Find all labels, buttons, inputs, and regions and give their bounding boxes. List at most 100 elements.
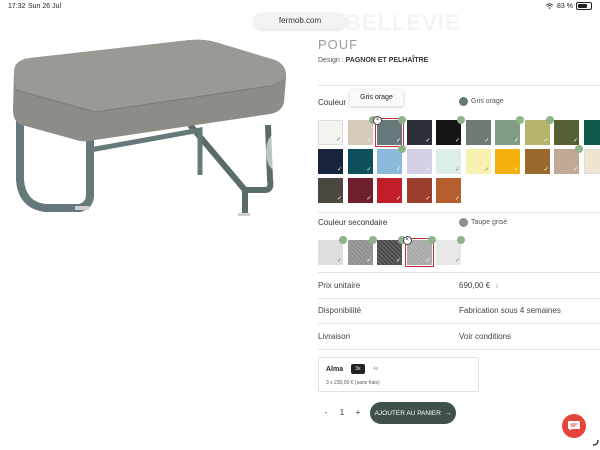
primary-color-swatch[interactable]: ✓ (318, 178, 343, 203)
primary-color-swatch[interactable]: ✓ (495, 149, 520, 174)
check-icon: ✓ (572, 138, 578, 144)
quantity-stepper: - 1 + (318, 400, 366, 425)
primary-color-swatch[interactable]: ✓ (524, 116, 554, 145)
primary-color-swatch[interactable]: ✓ (377, 178, 402, 203)
alma-payment-box: Alma 3x 4x 3 x 230,00 € (sans frais) (318, 357, 479, 392)
primary-color-swatch[interactable]: ✓ (583, 120, 600, 145)
check-icon: ✓ (395, 138, 401, 144)
secondary-color-selected: Taupe grisé (459, 218, 507, 227)
check-icon: ✓ (335, 137, 341, 143)
availability-badge-icon (339, 236, 347, 244)
price-info-icon[interactable]: i (496, 284, 497, 290)
collection-title-ghost: BELLEVIE (345, 10, 461, 35)
primary-color-label: Couleur (318, 98, 347, 107)
primary-color-swatch[interactable]: ✓ (406, 120, 432, 145)
quantity-value[interactable]: 1 (334, 408, 350, 417)
design-label: Design : (318, 57, 344, 64)
secondary-color-swatch[interactable]: ✓ (436, 236, 465, 265)
close-icon[interactable]: × (373, 116, 382, 125)
divider (318, 272, 600, 273)
check-icon: ✓ (425, 258, 431, 264)
primary-color-selected: Gris orage (459, 97, 504, 106)
secondary-color-label: Couleur secondaire (318, 218, 388, 227)
check-icon: ✓ (572, 167, 578, 173)
designer-name[interactable]: PAGNON ET PELHAÎTRE (346, 57, 429, 64)
primary-color-swatch[interactable]: ✓ (436, 178, 461, 203)
primary-color-swatch[interactable]: ✓ (436, 149, 461, 174)
primary-color-swatch[interactable]: ✓ (347, 149, 373, 174)
check-icon: ✓ (366, 196, 372, 202)
primary-color-swatch[interactable]: ✓ (465, 120, 491, 145)
divider (318, 349, 600, 350)
check-icon: ✓ (484, 167, 490, 173)
primary-color-swatch[interactable]: ✓ (347, 178, 373, 203)
divider (318, 85, 600, 86)
delivery-label: Livraison (318, 332, 351, 341)
check-icon: ✓ (513, 138, 519, 144)
check-icon: ✓ (336, 167, 342, 173)
primary-color-swatch[interactable]: ✓ (583, 149, 600, 174)
check-icon: ✓ (484, 138, 490, 144)
availability-badge-icon (516, 116, 524, 124)
check-icon: ✓ (513, 167, 519, 173)
secondary-color-swatch[interactable]: ✓ (377, 236, 406, 265)
secondary-color-swatch[interactable]: ✓ × (402, 236, 436, 267)
availability-badge-icon (398, 145, 406, 153)
secondary-color-swatch[interactable]: ✓ (318, 236, 347, 265)
primary-color-swatch[interactable]: ✓ × (373, 116, 406, 147)
arrow-right-icon: → (444, 409, 452, 417)
check-icon: ✓ (336, 196, 342, 202)
add-to-cart-label: AJOUTER AU PANIER (374, 409, 441, 417)
primary-color-dot (459, 97, 468, 106)
chat-bubble-icon (568, 421, 580, 431)
availability-badge-icon (398, 116, 406, 124)
check-icon: ✓ (454, 167, 460, 173)
check-icon: ✓ (543, 138, 549, 144)
primary-color-swatch[interactable]: ✓ (495, 116, 524, 145)
quantity-plus-button[interactable]: + (350, 408, 366, 417)
corner-indicator-icon (593, 440, 599, 446)
primary-color-swatch[interactable]: ✓ (554, 145, 583, 174)
color-tooltip: Gris orage (350, 90, 403, 106)
primary-color-swatch[interactable]: ✓ (406, 149, 432, 174)
delivery-conditions-link[interactable]: Voir conditions (459, 332, 511, 341)
primary-color-swatch[interactable]: ✓ (554, 120, 579, 145)
product-image[interactable] (0, 30, 300, 240)
check-icon: ✓ (425, 138, 431, 144)
check-icon: ✓ (454, 258, 460, 264)
divider (318, 212, 600, 213)
primary-color-swatch[interactable]: ✓ (318, 120, 343, 145)
quantity-minus-button[interactable]: - (318, 408, 334, 417)
check-icon: ✓ (395, 167, 401, 173)
secondary-color-swatch[interactable]: ✓ (347, 236, 377, 265)
availability-badge-icon (457, 116, 465, 124)
divider (318, 298, 600, 299)
alma-option-3x[interactable]: 3x (351, 364, 365, 374)
chat-button[interactable] (562, 414, 586, 438)
primary-color-swatch[interactable]: ✓ (406, 178, 432, 203)
primary-color-swatch[interactable]: ✓ (377, 145, 406, 174)
primary-color-swatch[interactable]: ✓ (347, 116, 377, 145)
availability-badge-icon (457, 236, 465, 244)
status-time: 17:32 (8, 3, 26, 10)
close-icon[interactable]: × (402, 236, 412, 245)
status-date: Sun 26 Jul (28, 3, 62, 10)
check-icon: ✓ (395, 258, 401, 264)
alma-logo: Alma (326, 366, 344, 373)
primary-color-swatch[interactable]: ✓ (465, 149, 491, 174)
product-title: POUF (318, 37, 359, 52)
check-icon: ✓ (366, 258, 372, 264)
primary-color-swatch[interactable]: ✓ (524, 149, 550, 174)
alma-option-4x[interactable]: 4x (373, 364, 378, 374)
secondary-color-dot (459, 218, 468, 227)
divider (318, 323, 600, 324)
availability-badge-icon (427, 236, 436, 244)
address-bar[interactable]: fermob.com (254, 13, 346, 29)
primary-color-swatch[interactable]: ✓ (436, 116, 465, 145)
check-icon: ✓ (425, 196, 431, 202)
add-to-cart-button[interactable]: AJOUTER AU PANIER → (370, 402, 456, 424)
check-icon: ✓ (366, 167, 372, 173)
primary-color-swatch[interactable]: ✓ (318, 149, 343, 174)
price-amount: 690,00 € (459, 281, 491, 290)
status-bar: 17:32 Sun 26 Jul 83 % (0, 0, 600, 14)
